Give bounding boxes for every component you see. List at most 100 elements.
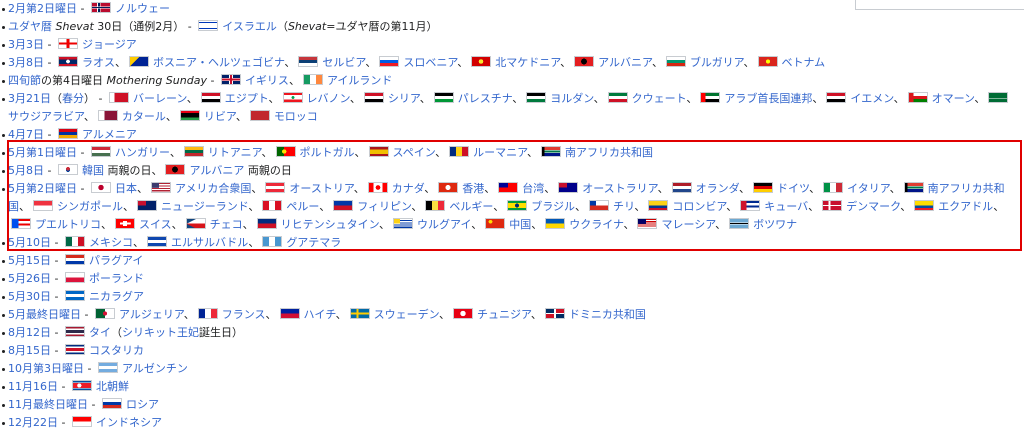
wiki-link[interactable]: メキシコ (89, 236, 133, 249)
flag-nicaragua-icon[interactable] (64, 290, 85, 301)
wiki-link[interactable]: シリア (388, 92, 420, 105)
flag-thailand-icon[interactable] (64, 326, 85, 337)
wiki-link[interactable]: 4月7日 (8, 128, 44, 141)
flag-laos-icon[interactable] (57, 56, 78, 67)
wiki-link[interactable]: デンマーク (846, 200, 900, 213)
flag-mexico-icon[interactable] (64, 236, 85, 247)
flag-malaysia-icon[interactable] (637, 218, 658, 229)
wiki-link[interactable]: アルジェリア (119, 308, 184, 321)
wiki-link[interactable]: 春分 (62, 92, 84, 105)
wiki-link[interactable]: 5月8日 (8, 164, 44, 177)
flag-bosnia-icon[interactable] (128, 56, 149, 67)
flag-argentina-icon[interactable] (97, 362, 118, 373)
flag-poland-icon[interactable] (64, 272, 85, 283)
wiki-link[interactable]: アイルランド (327, 74, 392, 87)
wiki-link[interactable]: オマーン (932, 92, 975, 105)
flag-syria-icon[interactable] (363, 92, 384, 103)
flag-palestine-icon[interactable] (433, 92, 454, 103)
wiki-link[interactable]: 5月最終日曜日 (8, 308, 81, 321)
wiki-link[interactable]: 3月21日 (8, 92, 51, 105)
flag-costa-rica-icon[interactable] (64, 344, 85, 355)
flag-sweden-icon[interactable] (349, 308, 370, 319)
wiki-link[interactable]: スペイン (393, 146, 436, 159)
flag-north-korea-icon[interactable] (71, 380, 92, 391)
wiki-link[interactable]: ハイチ (304, 308, 336, 321)
wiki-link[interactable]: パラグアイ (89, 254, 143, 267)
wiki-link[interactable]: アラブ首長国連邦 (724, 92, 812, 105)
wiki-link[interactable]: レバノン (307, 92, 350, 105)
flag-ecuador-icon[interactable] (914, 200, 935, 211)
wiki-link[interactable]: カタール (122, 110, 166, 123)
wiki-link[interactable]: イスラエル (222, 20, 277, 33)
wiki-link[interactable]: ブラジル (531, 200, 575, 213)
wiki-link[interactable]: チュニジア (477, 308, 531, 321)
flag-uruguay-icon[interactable] (393, 218, 414, 229)
flag-egypt-icon[interactable] (200, 92, 221, 103)
flag-georgia-icon[interactable] (57, 38, 78, 49)
wiki-link[interactable]: イエメン (850, 92, 893, 105)
wiki-link[interactable]: 北朝鮮 (96, 380, 129, 393)
flag-tunisia-icon[interactable] (453, 308, 474, 319)
wiki-link[interactable]: ベルギー (449, 200, 493, 213)
wiki-link[interactable]: 11月最終日曜日 (8, 398, 88, 411)
wiki-link[interactable]: 12月22日 (8, 416, 58, 429)
wiki-link[interactable]: 5月15日 (8, 254, 51, 267)
flag-spain-icon[interactable] (368, 146, 389, 157)
wiki-link[interactable]: コロンビア (672, 200, 726, 213)
flag-yemen-icon[interactable] (826, 92, 847, 103)
wiki-link[interactable]: フランス (222, 308, 266, 321)
flag-singapore-icon[interactable] (33, 200, 53, 211)
flag-haiti-icon[interactable] (279, 308, 300, 319)
wiki-link[interactable]: 5月26日 (8, 272, 51, 285)
flag-jordan-icon[interactable] (526, 92, 547, 103)
flag-guatemala-icon[interactable] (262, 236, 283, 247)
flag-russia-icon[interactable] (101, 398, 122, 409)
wiki-link[interactable]: アルバニア (189, 164, 244, 177)
flag-lebanon-icon[interactable] (282, 92, 303, 103)
wiki-link[interactable]: セルビア (322, 56, 365, 69)
flag-japan-icon[interactable] (90, 182, 111, 193)
wiki-link[interactable]: 11月16日 (8, 380, 58, 393)
wiki-link[interactable]: ルーマニア (473, 146, 527, 159)
wiki-link[interactable]: 中国 (509, 218, 531, 231)
flag-south-africa-icon[interactable] (541, 146, 562, 157)
wiki-link[interactable]: ドミニカ共和国 (569, 308, 646, 321)
flag-denmark-icon[interactable] (822, 200, 843, 211)
wiki-link[interactable]: インドネシア (96, 416, 162, 429)
wiki-link[interactable]: ヨルダン (550, 92, 593, 105)
flag-hongkong-icon[interactable] (438, 182, 459, 193)
flag-france-icon[interactable] (197, 308, 218, 319)
flag-north-macedonia-icon[interactable] (471, 56, 492, 67)
wiki-link[interactable]: 韓国 (82, 164, 104, 177)
flag-morocco-icon[interactable] (249, 110, 270, 121)
wiki-link[interactable]: リヒテンシュタイン (281, 218, 379, 231)
wiki-link[interactable]: アルゼンチン (122, 362, 188, 375)
flag-paraguay-icon[interactable] (64, 254, 85, 265)
flag-china-icon[interactable] (485, 218, 506, 229)
flag-taiwan-icon[interactable] (498, 182, 519, 193)
flag-kuwait-icon[interactable] (607, 92, 628, 103)
wiki-link[interactable]: アルバニア (598, 56, 652, 69)
wiki-link[interactable]: シンガポール (57, 200, 123, 213)
flag-albania-icon[interactable] (574, 56, 595, 67)
wiki-link[interactable]: ウクライナ (569, 218, 623, 231)
flag-belgium-icon[interactable] (425, 200, 446, 211)
flag-indonesia-icon[interactable] (71, 416, 92, 427)
wiki-link[interactable]: 8月15日 (8, 344, 51, 357)
wiki-link[interactable]: バーレーン (133, 92, 187, 105)
wiki-link[interactable]: タイ (89, 326, 111, 339)
flag-lithuania-icon[interactable] (183, 146, 204, 157)
wiki-link[interactable]: カナダ (392, 182, 424, 195)
wiki-link[interactable]: ペルー (286, 200, 319, 213)
flag-germany-icon[interactable] (753, 182, 774, 193)
flag-portugal-icon[interactable] (275, 146, 296, 157)
flag-serbia-icon[interactable] (298, 56, 319, 67)
flag-dominican-icon[interactable] (544, 308, 565, 319)
wiki-link[interactable]: 台湾 (522, 182, 544, 195)
wiki-link[interactable]: ポーランド (89, 272, 144, 285)
wiki-link[interactable]: チリ (613, 200, 634, 213)
flag-armenia-icon[interactable] (57, 128, 78, 139)
wiki-link[interactable]: スロベニア (403, 56, 457, 69)
wiki-link[interactable]: サウジアラビア (8, 110, 84, 123)
wiki-link[interactable]: 四旬節 (8, 74, 41, 87)
